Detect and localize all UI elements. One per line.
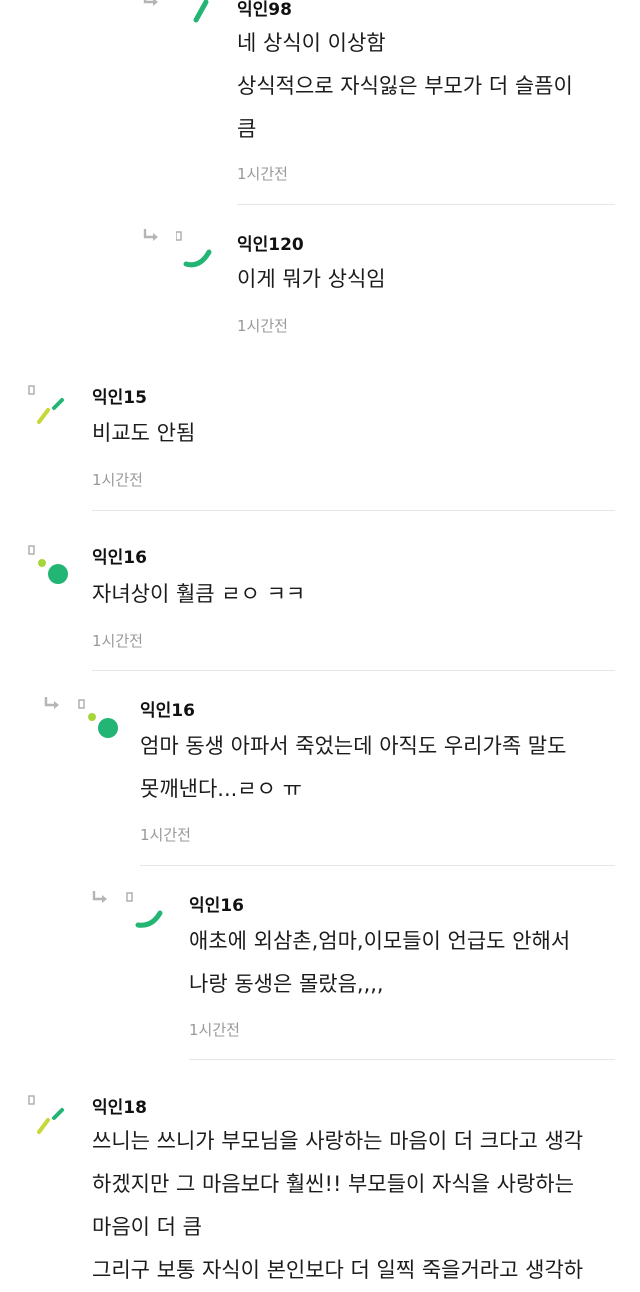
divider — [140, 865, 615, 866]
comment-line: 이게 뭐가 상식임 — [237, 267, 386, 291]
avatar-icon — [126, 892, 163, 928]
comment-line: 엄마 동생 아파서 죽었는데 아직도 우리가족 말도 — [140, 734, 567, 758]
comment-body: 애초에 외삼촌,엄마,이모들이 언급도 안해서 나랑 동생은 몰랐음,,,, — [189, 920, 570, 1006]
reply-arrow-icon — [143, 0, 158, 6]
comment-time: 1시간전 — [92, 471, 143, 489]
comment-time: 1시간전 — [92, 632, 143, 650]
reply-arrow-icon — [44, 697, 59, 709]
comment-line: 쓰니는 쓰니가 부모님을 사랑하는 마음이 더 크다고 생각 — [92, 1129, 584, 1153]
comment-author[interactable]: 익인16 — [189, 891, 244, 916]
avatar-icon — [28, 1095, 64, 1134]
comment-line: 큼 — [237, 117, 257, 141]
comment-time: 1시간전 — [189, 1021, 240, 1039]
comment-line: 상식적으로 자식잃은 부모가 더 슬픔이 — [237, 74, 573, 98]
reply-arrow-icon — [143, 229, 158, 241]
comment-body: 이게 뭐가 상식임 — [237, 258, 386, 301]
comment-line: 나랑 동생은 몰랐음,,,, — [189, 972, 384, 996]
comment-author[interactable]: 익인18 — [92, 1093, 147, 1118]
comment-line: 마음이 더 큼 — [92, 1215, 202, 1239]
avatar-icon — [176, 231, 212, 268]
comment-body: 쓰니는 쓰니가 부모님을 사랑하는 마음이 더 크다고 생각 하겠지만 그 마음… — [92, 1120, 583, 1292]
comment-author[interactable]: 익인16 — [92, 543, 147, 568]
divider — [92, 510, 615, 511]
comment-time: 1시간전 — [237, 317, 288, 335]
reply-arrow-icon — [92, 891, 107, 903]
comment-time: 1시간전 — [140, 826, 191, 844]
comment-line: 애초에 외삼촌,엄마,이모들이 언급도 안해서 — [189, 929, 571, 953]
comment-line: 자녀상이 훨큼 ㄹㅇ ㅋㅋ — [92, 582, 306, 606]
divider — [237, 204, 615, 205]
avatar-icon — [78, 699, 118, 738]
divider — [189, 1059, 615, 1060]
comment-line: 그리구 보통 자식이 본인보다 더 일찍 죽을거라고 생각하 — [92, 1258, 584, 1282]
comment-body: 엄마 동생 아파서 죽었는데 아직도 우리가족 말도 못깨낸다...ㄹㅇ ㅠ — [140, 725, 566, 811]
comment-time: 1시간전 — [237, 165, 288, 183]
comment-line: 하겠지만 그 마음보다 훨씬!! 부모들이 자식을 사랑하는 — [92, 1172, 574, 1196]
comment-body: 비교도 안됨 — [92, 412, 195, 455]
comment-author[interactable]: 익인120 — [237, 230, 304, 255]
comment-line: 네 상식이 이상함 — [237, 31, 386, 55]
comment-author[interactable]: 익인15 — [92, 383, 147, 408]
divider — [92, 670, 615, 671]
comment-author[interactable]: 익인16 — [140, 696, 195, 721]
comment-line: 비교도 안됨 — [92, 421, 196, 445]
comment-body: 네 상식이 이상함 상식적으로 자식잃은 부모가 더 슬픔이 큼 — [237, 22, 573, 151]
comment-author[interactable]: 익인98 — [237, 0, 292, 20]
comment-body: 자녀상이 훨큼 ㄹㅇ ㅋㅋ — [92, 573, 305, 616]
comment-line: 못깨낸다...ㄹㅇ ㅠ — [140, 777, 302, 801]
avatar-icon — [28, 385, 64, 424]
avatar-icon — [193, 0, 209, 23]
avatar-icon — [28, 545, 68, 584]
